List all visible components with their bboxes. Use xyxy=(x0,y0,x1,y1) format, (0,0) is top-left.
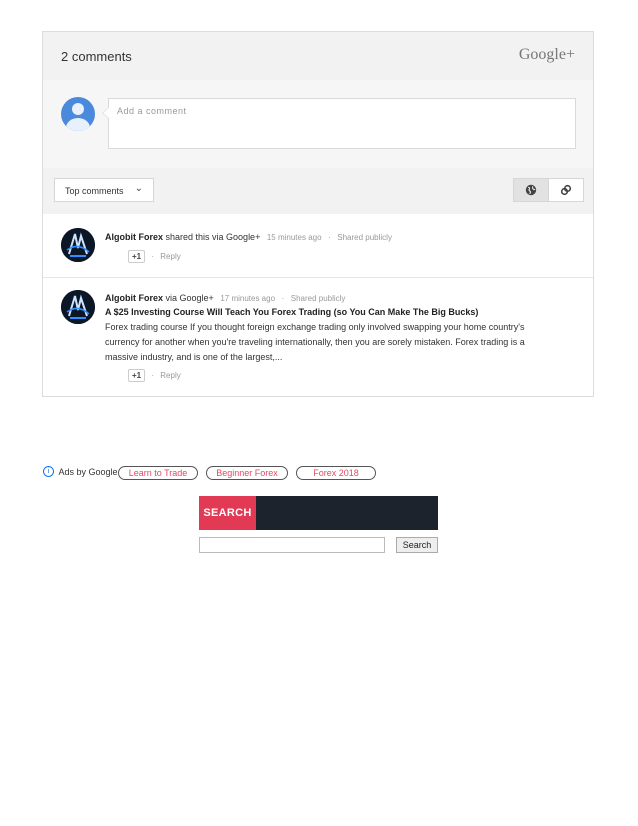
info-icon[interactable]: i xyxy=(43,466,54,478)
author-avatar[interactable] xyxy=(61,228,95,262)
shared-link-title[interactable]: A $25 Investing Course Will Teach You Fo… xyxy=(105,307,478,317)
user-head-icon xyxy=(72,103,84,115)
link-icon xyxy=(560,184,572,196)
plus-one-button[interactable]: +1 xyxy=(128,369,146,382)
comment-actions: +1 · Reply xyxy=(128,369,181,382)
algobit-logo-icon xyxy=(61,228,95,262)
reply-separator: · xyxy=(151,252,155,261)
chevron-down-icon: ⌄ xyxy=(134,183,143,194)
search-button[interactable]: Search xyxy=(396,537,438,553)
ads-by-google: i Ads by Google xyxy=(43,466,118,480)
user-body-icon xyxy=(66,118,90,131)
comment-author[interactable]: Algobit Forex xyxy=(105,232,163,242)
ad-link[interactable]: Learn to Trade xyxy=(118,466,198,480)
meta-separator: · xyxy=(281,294,285,303)
author-avatar[interactable] xyxy=(61,290,95,324)
add-comment-input[interactable]: Add a comment xyxy=(102,98,576,149)
view-public-button[interactable] xyxy=(513,178,549,202)
reply-link[interactable]: Reply xyxy=(160,252,180,261)
comments-header: 2 comments Google+ xyxy=(43,32,593,80)
comments-toolbar: Top comments ⌄ xyxy=(43,168,593,214)
google-plus-logo[interactable]: Google+ xyxy=(519,46,575,64)
add-comment-placeholder: Add a comment xyxy=(117,106,187,116)
sort-dropdown[interactable]: Top comments ⌄ xyxy=(54,178,154,202)
comment-body: Forex trading course If you thought fore… xyxy=(105,322,525,362)
comment-time[interactable]: 17 minutes ago xyxy=(220,294,275,303)
comment-actions: +1 · Reply xyxy=(128,250,181,263)
algobit-logo-icon xyxy=(61,290,95,324)
ad-link[interactable]: Forex 2018 xyxy=(296,466,376,480)
add-comment-row: Add a comment xyxy=(43,80,593,168)
comment-header: Algobit Forex shared this via Google+ 15… xyxy=(105,232,392,242)
sort-label: Top comments xyxy=(65,186,124,196)
comment-header: Algobit Forex via Google+ 17 minutes ago… xyxy=(105,293,345,303)
avatar xyxy=(61,97,95,131)
comments-widget: 2 comments Google+ Add a comment Top com… xyxy=(42,31,594,397)
reply-link[interactable]: Reply xyxy=(160,371,180,380)
search-tab: SEARCH xyxy=(199,496,256,530)
comment-count: 2 comments xyxy=(61,49,132,64)
ads-label[interactable]: Ads by Google xyxy=(59,467,118,477)
ad-link[interactable]: Beginner Forex xyxy=(206,466,288,480)
comment-action: via Google+ xyxy=(165,293,214,303)
search-widget-header: SEARCH xyxy=(199,496,438,530)
comment-visibility: Shared publicly xyxy=(337,233,392,242)
plus-one-button[interactable]: +1 xyxy=(128,250,146,263)
reply-separator: · xyxy=(151,371,155,380)
comment-item: Algobit Forex via Google+ 17 minutes ago… xyxy=(43,278,593,396)
view-link-button[interactable] xyxy=(548,178,584,202)
search-input[interactable] xyxy=(199,537,385,553)
comment-time[interactable]: 15 minutes ago xyxy=(267,233,322,242)
meta-separator: · xyxy=(328,233,331,242)
comment-author[interactable]: Algobit Forex xyxy=(105,293,163,303)
globe-icon xyxy=(525,184,537,196)
comment-visibility: Shared publicly xyxy=(290,294,346,303)
comment-item: Algobit Forex shared this via Google+ 15… xyxy=(43,214,593,278)
comment-action: shared this via Google+ xyxy=(165,232,261,242)
